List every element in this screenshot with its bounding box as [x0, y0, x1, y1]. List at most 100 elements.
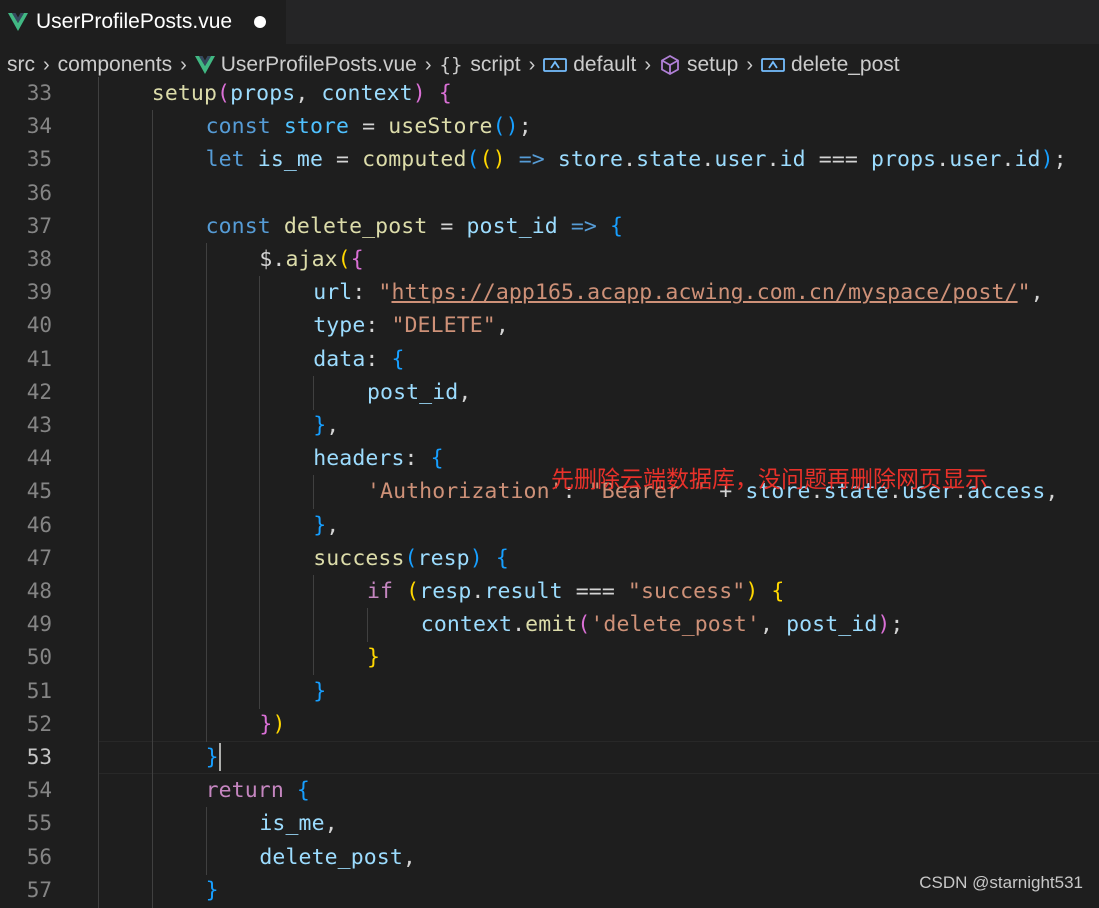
code-token: computed	[362, 147, 467, 173]
code-token: success	[313, 545, 405, 571]
code-line: 42 post_id,	[0, 376, 1099, 409]
code-text: post_id,	[367, 376, 471, 409]
code-token: resp	[417, 545, 470, 571]
code-token: delete_post	[259, 844, 403, 870]
code-token: store	[283, 114, 350, 140]
code-token: }	[313, 678, 327, 704]
code-text: type: "DELETE",	[313, 309, 509, 342]
code-token: ;	[890, 612, 904, 638]
code-token: {	[350, 247, 364, 272]
code-token: .	[701, 147, 715, 173]
code-token: )	[272, 711, 286, 737]
code-token: if	[367, 579, 394, 604]
code-token: id	[1014, 147, 1041, 173]
code-token: "	[378, 280, 392, 306]
chevron-right-icon: ›	[43, 53, 50, 76]
code-token: const	[205, 213, 271, 239]
code-text: return {	[206, 774, 310, 807]
code-line: 47 success(resp) {	[0, 542, 1099, 575]
code-token: props	[230, 81, 296, 106]
breadcrumb-item-components[interactable]: components	[58, 53, 172, 77]
code-text: headers: {	[313, 442, 443, 475]
breadcrumb-item-default[interactable]: default	[543, 53, 636, 77]
code-token: "	[1017, 280, 1031, 306]
code-token: .	[936, 147, 950, 173]
line-number: 43	[26, 413, 52, 437]
chevron-right-icon: ›	[180, 53, 187, 76]
code-text: })	[259, 708, 285, 741]
variable-icon	[543, 58, 568, 72]
breadcrumb-label: default	[573, 53, 637, 76]
vue-file-icon	[194, 56, 215, 74]
breadcrumb-item-delete-post[interactable]: delete_post	[761, 53, 900, 77]
code-text: const store = useStore();	[206, 110, 532, 143]
code-token: }	[313, 512, 327, 538]
code-token: is_me	[257, 147, 324, 173]
editor-tab[interactable]: UserProfilePosts.vue	[0, 0, 286, 44]
code-token: .	[471, 579, 485, 604]
code-token: user	[949, 147, 1002, 173]
code-token: ()	[479, 147, 506, 173]
code-line: 34 const store = useStore();	[0, 110, 1099, 143]
tab-filename: UserProfilePosts.vue	[36, 10, 233, 33]
code-token: ;	[518, 114, 532, 140]
code-text: },	[313, 409, 339, 442]
code-token: )	[745, 579, 759, 604]
line-number: 45	[26, 479, 52, 504]
code-token: ,	[402, 844, 416, 870]
code-token: setup	[151, 81, 218, 106]
code-token: post_id	[367, 379, 459, 405]
breadcrumb-label: delete_post	[791, 53, 900, 76]
line-number: 47	[26, 545, 52, 570]
breadcrumb-item-file[interactable]: UserProfilePosts.vue	[194, 53, 417, 77]
code-token: type	[313, 313, 366, 339]
code-text: let is_me = computed(() => store.state.u…	[206, 143, 1067, 176]
code-token: user	[714, 147, 767, 173]
line-number: 48	[26, 579, 52, 603]
code-token: =>	[518, 147, 545, 173]
code-token: {	[495, 545, 509, 571]
code-text: }	[206, 874, 219, 907]
line-number: 35	[26, 147, 52, 172]
vue-file-icon	[8, 13, 28, 31]
code-line: 52})	[0, 708, 1099, 741]
code-token: store	[557, 147, 624, 173]
code-text: $.ajax({	[259, 243, 363, 276]
breadcrumb-item-script[interactable]: {} script	[440, 53, 521, 77]
unsaved-dot-icon[interactable]	[254, 16, 266, 28]
breadcrumb-item-src[interactable]: src	[7, 53, 35, 77]
code-line: 40 type: "DELETE",	[0, 309, 1099, 342]
line-number: 54	[26, 778, 52, 803]
tab-bar: UserProfilePosts.vue	[0, 0, 1099, 44]
breadcrumb-item-setup[interactable]: setup	[659, 53, 738, 77]
line-number: 44	[26, 446, 52, 471]
code-token: https://app165.acapp.acwing.com.cn/myspa…	[391, 280, 1018, 306]
code-line: 56 delete_post,	[0, 841, 1099, 874]
code-token: props	[870, 147, 937, 173]
chevron-right-icon: ›	[528, 53, 536, 76]
code-token: data	[313, 346, 366, 372]
code-token: ,	[295, 81, 322, 106]
code-token: {	[610, 213, 624, 239]
code-line: 54 return {	[0, 774, 1099, 807]
code-token: {	[438, 81, 452, 106]
code-token: ,	[326, 512, 340, 538]
breadcrumb-label: setup	[686, 53, 739, 76]
variable-icon	[761, 58, 785, 72]
code-text: data: {	[313, 343, 404, 376]
code-line: 51}	[0, 675, 1099, 708]
code-text: }	[367, 641, 380, 674]
line-number: 40	[26, 313, 52, 338]
line-number: 51	[26, 678, 52, 703]
code-text: }	[313, 675, 326, 708]
code-token: ,	[324, 811, 338, 837]
line-number: 55	[26, 811, 52, 836]
line-number: 57	[26, 877, 52, 902]
code-token: state	[636, 147, 702, 173]
code-token: .	[766, 147, 780, 173]
